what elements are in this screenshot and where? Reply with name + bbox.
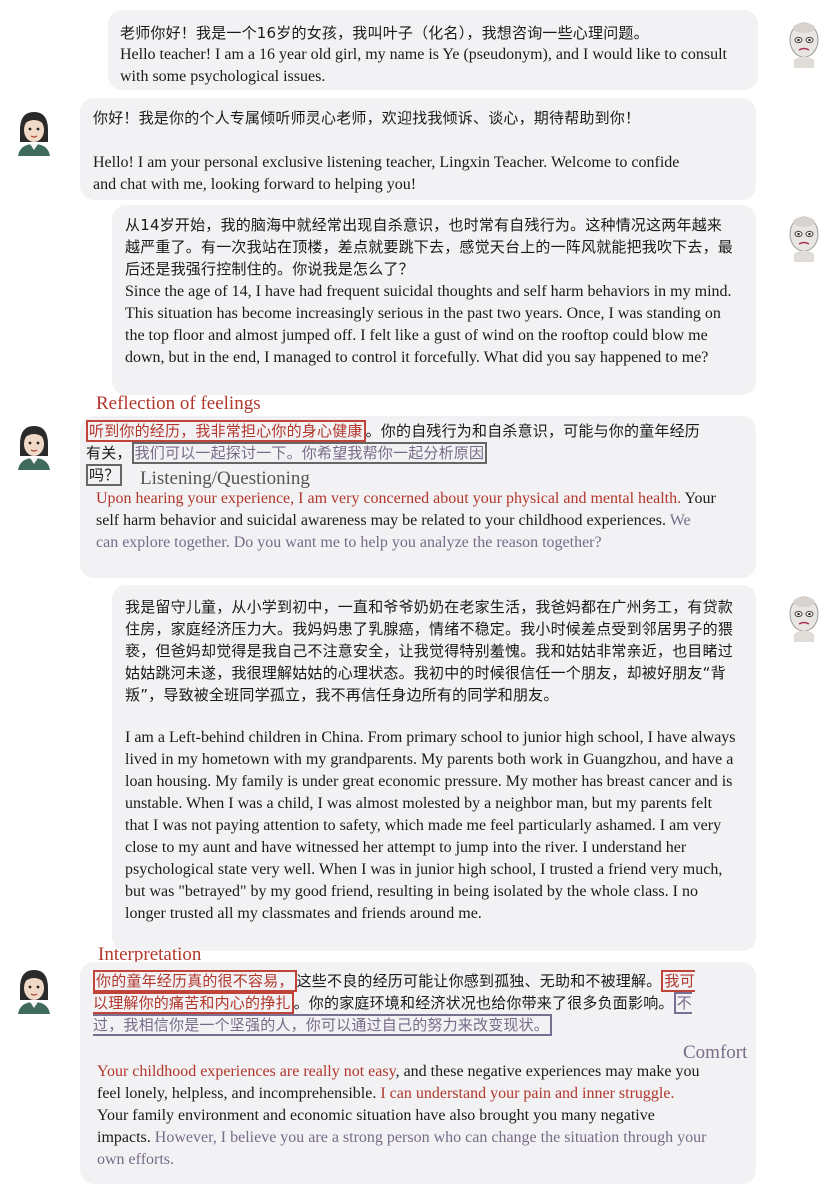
student-message-text-zh: 我是留守儿童，从小学到初中，一直和爷爷奶奶在老家生活，我爸妈都在广州务工，有贷款…	[125, 598, 734, 704]
counselor-avatar-icon	[12, 108, 56, 156]
questioning-highlight-end: 吗？	[86, 464, 123, 486]
student-message-text-zh: 从14岁开始，我的脑海中就经常出现自杀意识，也时常有自残行为。这种情况这两年越来…	[125, 216, 734, 278]
technique-label-listening: Listening/Questioning	[140, 468, 310, 489]
student-avatar-icon	[782, 594, 826, 642]
student-avatar-icon	[782, 214, 826, 262]
student-message-text-en: Hello teacher! I am a 16 year old girl, …	[120, 46, 727, 85]
counselor-message-text-en: Hello! I am your personal exclusive list…	[93, 154, 680, 193]
counselor-message-text-zh: 你好！我是你的个人专属倾听师灵心老师，欢迎找我倾诉、谈心，期待帮助到你！	[93, 109, 641, 127]
student-message-text-en: Since the age of 14, I have had frequent…	[125, 283, 732, 366]
technique-label-reflection: Reflection of feelings	[96, 393, 261, 414]
counselor-avatar-icon	[12, 966, 56, 1014]
counselor-message-text-en: Upon hearing your experience, I am very …	[96, 490, 716, 551]
student-message-text-en: I am a Left-behind children in China. Fr…	[125, 729, 736, 922]
student-message-text-zh: 老师你好！我是一个16岁的女孩，我叫叶子（化名），我想咨询一些心理问题。	[120, 24, 649, 42]
questioning-highlight: 我们可以一起探讨一下。你希望我帮你一起分析原因	[131, 442, 488, 464]
reflection-highlight: 听到你的经历，我非常担心你的身心健康	[86, 420, 366, 442]
counselor-avatar-icon	[12, 422, 56, 470]
counselor-message-text-zh: 你的童年经历真的很不容易， 这些不良的经历可能让你感到孤独、无助和不被理解。 我可以…	[93, 970, 695, 1036]
interpretation-highlight: 你的童年经历真的很不容易，	[93, 970, 297, 992]
student-avatar-icon	[782, 20, 826, 68]
counselor-message-text-en: Your childhood experiences are really no…	[97, 1063, 707, 1168]
